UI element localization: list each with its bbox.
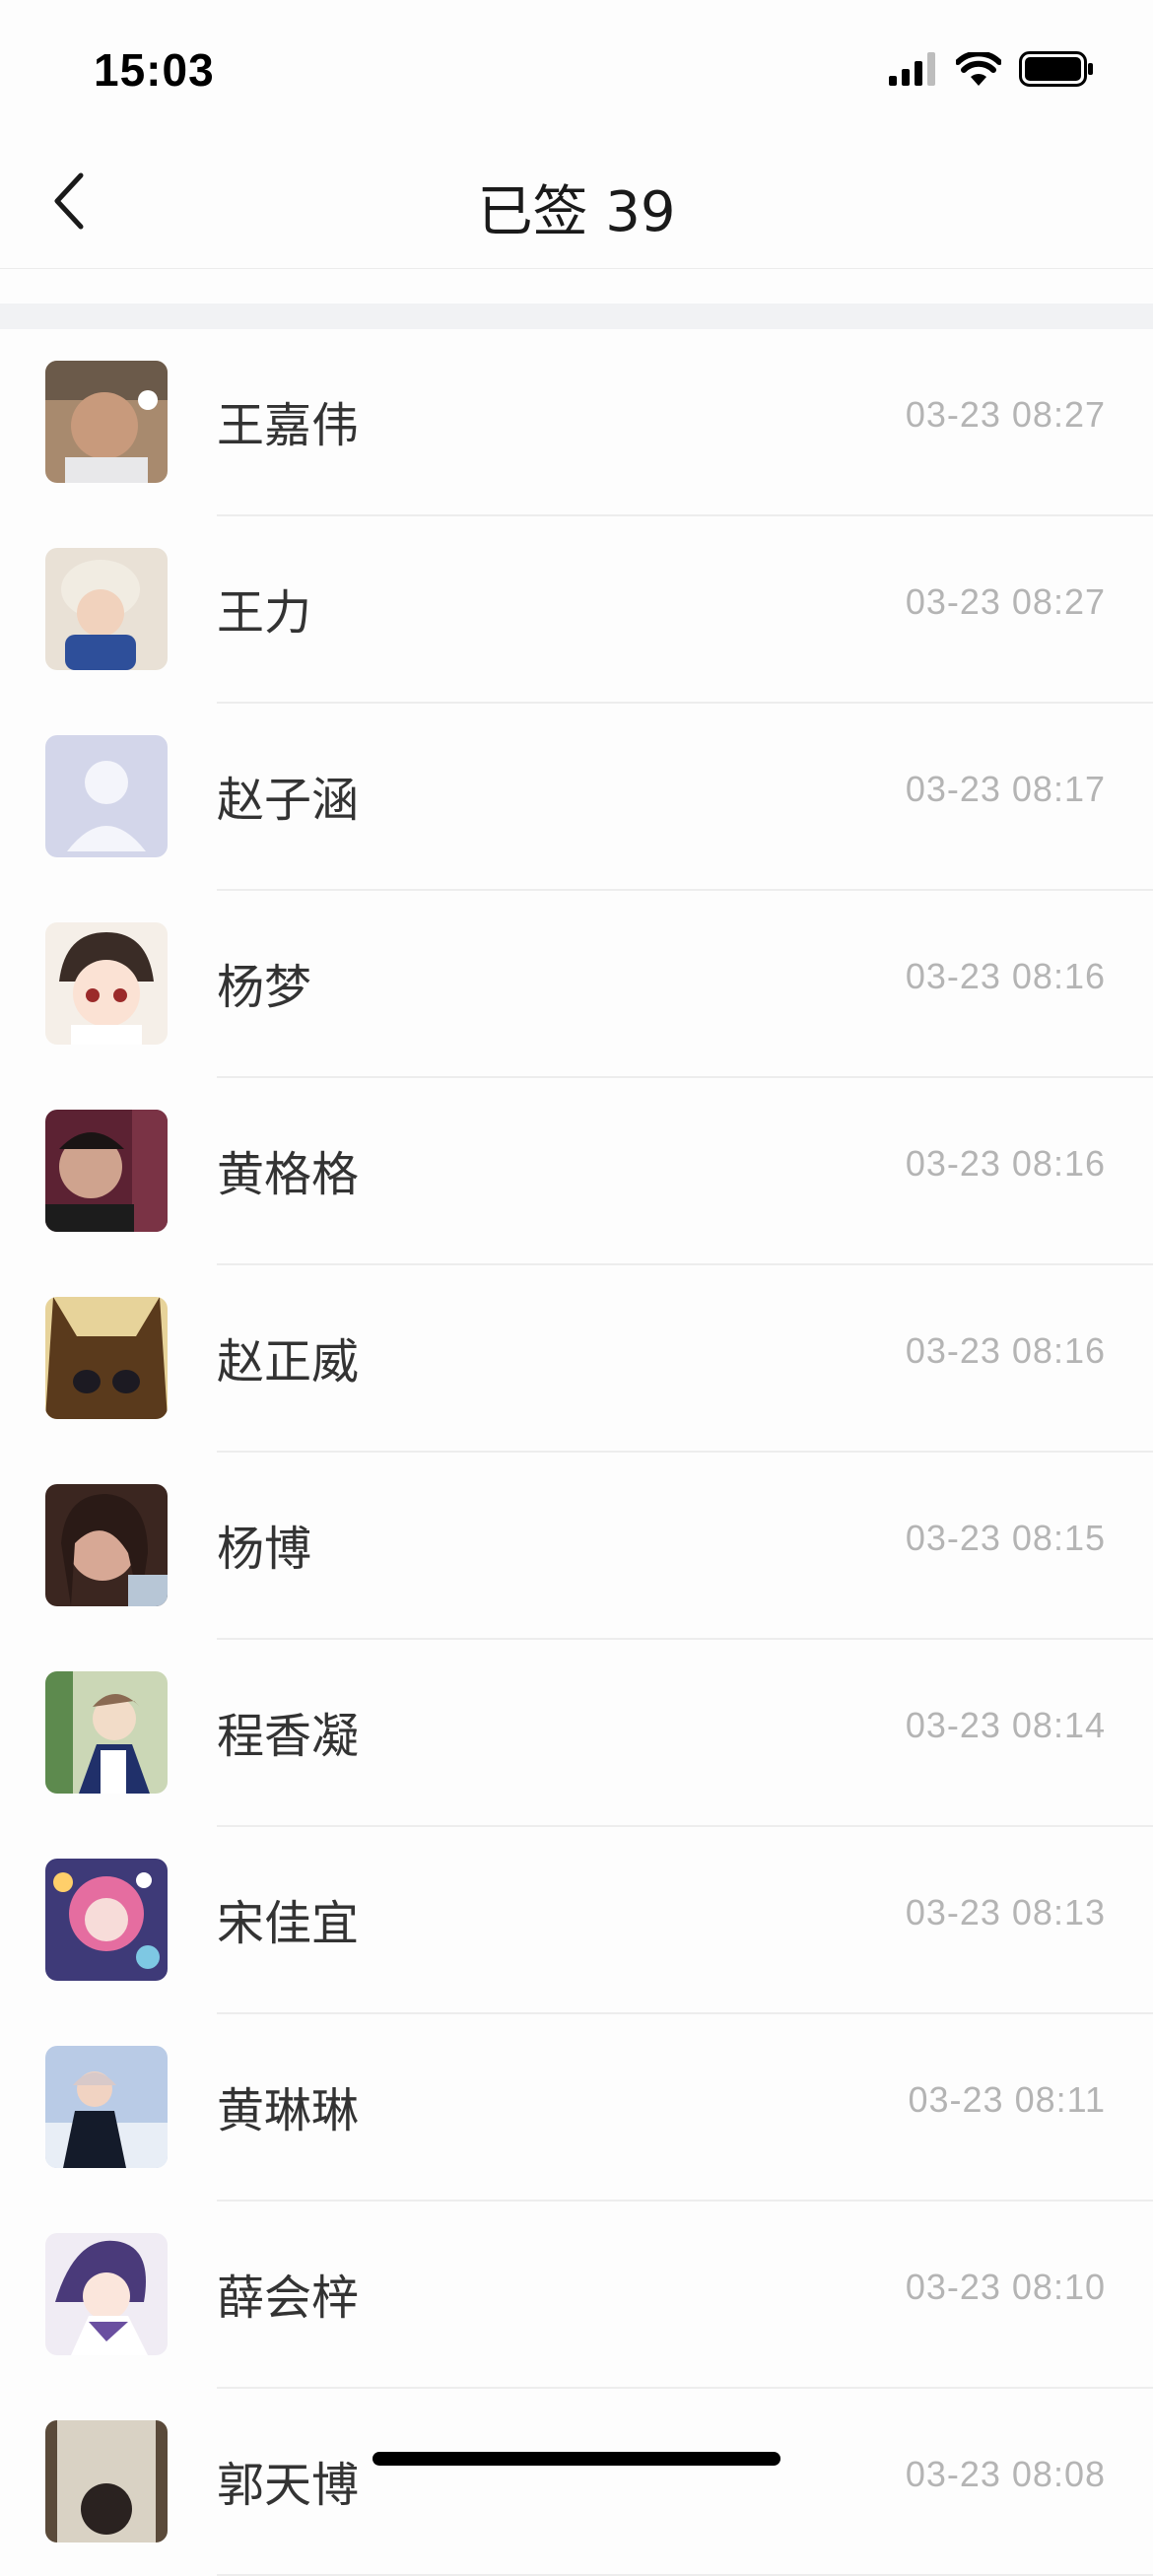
sign-time: 03-23 08:17 (905, 769, 1106, 809)
avatar (45, 361, 168, 483)
list-item[interactable]: 郭天博 03-23 08:08 (0, 2389, 1153, 2576)
member-name: 王力 (217, 585, 312, 641)
list-item[interactable]: 黄格格 03-23 08:16 (0, 1078, 1153, 1265)
sign-time: 03-23 08:27 (905, 394, 1106, 435)
list-item[interactable]: 黄琳琳 03-23 08:11 (0, 2014, 1153, 2202)
member-name: 杨博 (217, 1522, 312, 1577)
wifi-icon (955, 50, 1002, 90)
member-name: 杨梦 (217, 960, 312, 1015)
list-item[interactable]: 程香凝 03-23 08:14 (0, 1640, 1153, 1827)
avatar (45, 2233, 168, 2355)
page-title: 已签 39 (477, 180, 676, 244)
signed-list: 王嘉伟 03-23 08:27 王力 03-23 08:27 赵子涵 03-23… (0, 329, 1153, 2576)
section-separator (0, 304, 1153, 329)
sign-time: 03-23 08:16 (905, 1330, 1106, 1371)
member-name: 薛会梓 (217, 2271, 360, 2326)
member-name: 黄琳琳 (217, 2083, 360, 2138)
list-item[interactable]: 赵子涵 03-23 08:17 (0, 704, 1153, 891)
avatar (45, 1110, 168, 1232)
sign-time: 03-23 08:27 (905, 581, 1106, 622)
sign-time: 03-23 08:10 (905, 2267, 1106, 2307)
member-name: 王嘉伟 (217, 398, 360, 453)
sign-time: 03-23 08:16 (905, 1143, 1106, 1184)
sign-time: 03-23 08:16 (905, 956, 1106, 996)
member-name: 郭天博 (217, 2458, 360, 2513)
list-item[interactable]: 赵正威 03-23 08:16 (0, 1265, 1153, 1453)
sign-time: 03-23 08:13 (905, 1892, 1106, 1932)
status-time: 15:03 (94, 44, 215, 96)
avatar (45, 548, 168, 670)
sign-time: 03-23 08:15 (905, 1518, 1106, 1558)
sign-time: 03-23 08:14 (905, 1705, 1106, 1745)
avatar (45, 735, 168, 857)
list-item[interactable]: 王嘉伟 03-23 08:27 (0, 329, 1153, 516)
battery-icon (1019, 51, 1094, 91)
list-item[interactable]: 杨博 03-23 08:15 (0, 1453, 1153, 1640)
list-item[interactable]: 杨梦 03-23 08:16 (0, 891, 1153, 1078)
home-indicator[interactable] (373, 2452, 780, 2466)
avatar (45, 1671, 168, 1794)
member-name: 赵子涵 (217, 773, 360, 828)
sign-time: 03-23 08:11 (908, 2079, 1106, 2120)
list-item[interactable]: 薛会梓 03-23 08:10 (0, 2202, 1153, 2389)
avatar (45, 2046, 168, 2168)
member-name: 程香凝 (217, 1709, 360, 1764)
cellular-signal-icon (889, 52, 938, 90)
avatar (45, 1484, 168, 1606)
member-name: 黄格格 (217, 1147, 360, 1202)
member-name: 宋佳宜 (217, 1896, 360, 1951)
avatar (45, 2420, 168, 2542)
status-bar: 15:03 (0, 0, 1153, 138)
avatar (45, 1859, 168, 1981)
member-name: 赵正威 (217, 1334, 360, 1390)
sign-time: 03-23 08:08 (905, 2454, 1106, 2494)
list-item[interactable]: 宋佳宜 03-23 08:13 (0, 1827, 1153, 2014)
nav-bar: 已签 39 (0, 138, 1153, 269)
status-icons (889, 50, 1094, 91)
list-item[interactable]: 王力 03-23 08:27 (0, 516, 1153, 704)
avatar (45, 1297, 168, 1419)
avatar (45, 922, 168, 1045)
